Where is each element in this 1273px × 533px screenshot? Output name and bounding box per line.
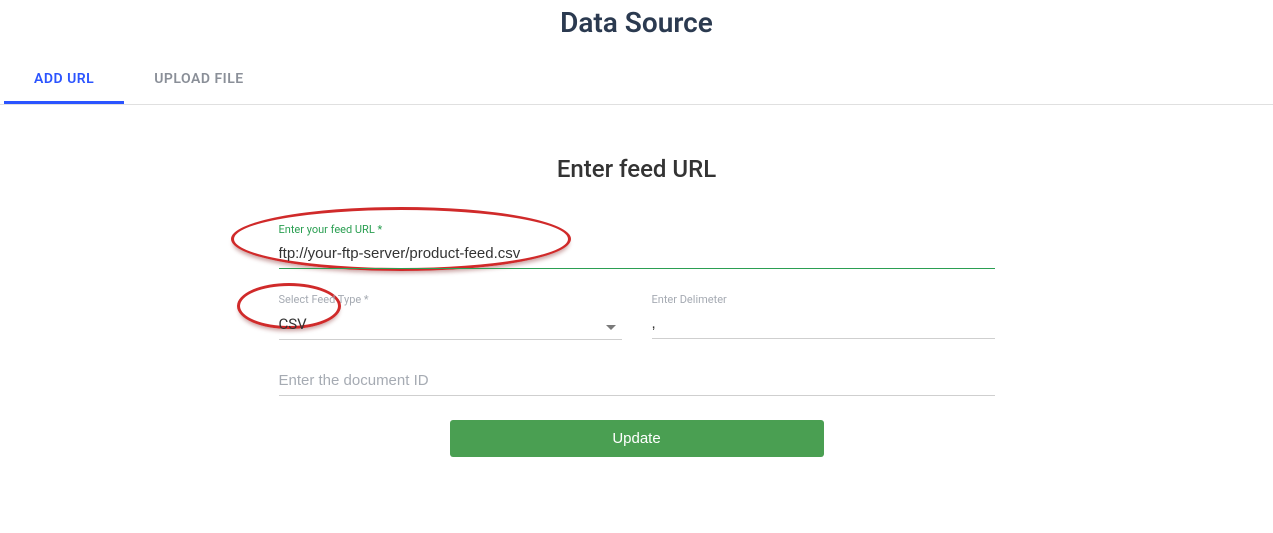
feed-url-label: Enter your feed URL * — [279, 223, 995, 237]
feed-url-field: Enter your feed URL * — [279, 223, 995, 269]
delimiter-field: Enter Delimeter — [652, 293, 995, 340]
feed-type-select[interactable]: CSV — [279, 311, 622, 340]
tab-upload-file[interactable]: UPLOAD FILE — [124, 57, 273, 104]
feed-url-input[interactable] — [279, 241, 995, 269]
tab-add-url[interactable]: ADD URL — [4, 57, 124, 104]
page-title: Data Source — [0, 0, 1273, 57]
feed-type-value: CSV — [279, 315, 307, 333]
chevron-down-icon — [606, 325, 616, 330]
form: Enter your feed URL * Select Feed Type *… — [279, 223, 995, 457]
document-id-field — [279, 368, 995, 396]
update-button[interactable]: Update — [450, 420, 824, 457]
feed-type-label: Select Feed Type * — [279, 293, 622, 307]
delimiter-label: Enter Delimeter — [652, 293, 995, 307]
document-id-input[interactable] — [279, 368, 995, 396]
section-title: Enter feed URL — [0, 155, 1273, 183]
delimiter-input[interactable] — [652, 311, 995, 339]
tabs: ADD URL UPLOAD FILE — [0, 57, 1273, 105]
feed-type-field: Select Feed Type * CSV — [279, 293, 622, 340]
